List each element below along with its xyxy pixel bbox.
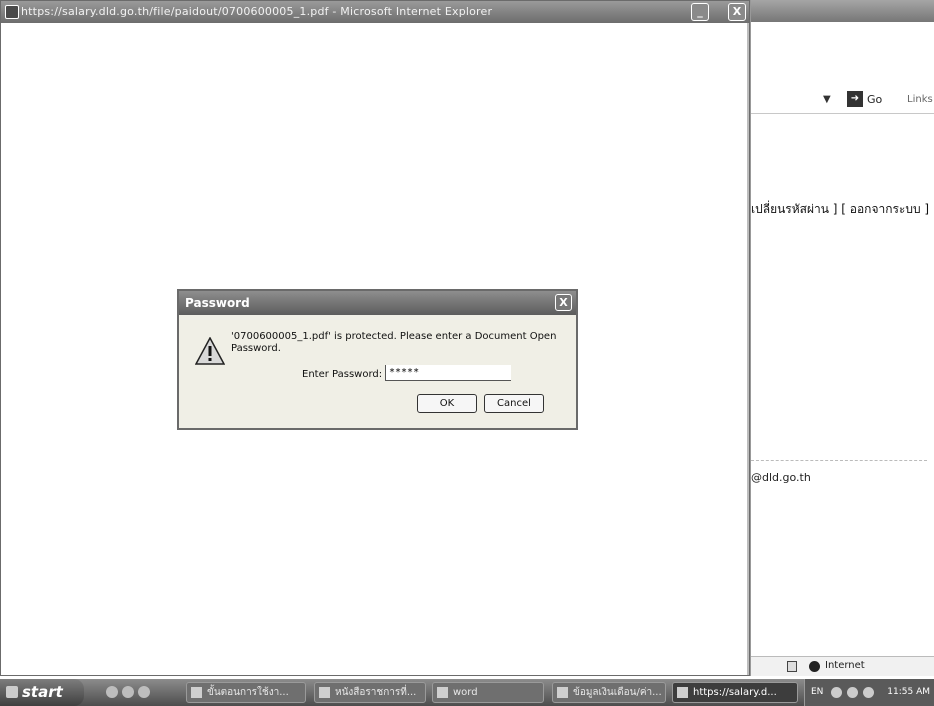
network-icon[interactable] (831, 687, 842, 698)
address-toolbar: ▼ ➜ Go Links (751, 86, 934, 114)
cancel-button[interactable]: Cancel (484, 394, 544, 413)
dialog-close-button[interactable]: X (555, 294, 572, 311)
taskbar-item[interactable]: หนังสือราชการที่... (314, 682, 426, 703)
taskbar-item-label: ขั้นตอนการใช้งา... (207, 687, 289, 698)
go-button[interactable]: Go (867, 93, 882, 106)
volume-icon[interactable] (847, 687, 858, 698)
security-zone-label: Internet (825, 660, 865, 671)
contact-email: @dld.go.th (751, 471, 811, 484)
system-tray: EN 11:55 AM (804, 679, 934, 706)
password-input[interactable] (385, 365, 511, 381)
quicklaunch-browser-icon[interactable] (106, 686, 118, 698)
start-button[interactable]: start (0, 679, 84, 706)
background-browser-window[interactable]: ▼ ➜ Go Links เปลี่ยนรหัสผ่าน ] [ ออกจากร… (750, 0, 934, 676)
taskbar-item[interactable]: word (432, 682, 544, 703)
minimize-button[interactable]: _ (691, 3, 709, 21)
password-label: Enter Password: (302, 369, 383, 380)
warning-icon (195, 337, 225, 365)
taskbar-item-active[interactable]: https://salary.d... (672, 682, 798, 703)
dialog-title: Password (185, 296, 250, 310)
desktop: ▼ ➜ Go Links เปลี่ยนรหัสผ่าน ] [ ออกจากร… (0, 0, 934, 706)
word-document-icon (319, 687, 330, 698)
taskbar: start ขั้นตอนการใช้งา... หนังสือราชการที… (0, 679, 934, 706)
document-icon (5, 5, 19, 19)
go-arrow-icon[interactable]: ➜ (847, 91, 863, 107)
clock[interactable]: 11:55 AM (887, 679, 930, 706)
dialog-message: '0700600005_1.pdf' is protected. Please … (231, 331, 557, 354)
close-button[interactable]: X (728, 3, 746, 21)
ok-button[interactable]: OK (417, 394, 477, 413)
language-indicator[interactable]: EN (811, 679, 823, 706)
links-button[interactable]: Links (907, 94, 933, 105)
taskbar-item-label: ข้อมูลเงินเดือน/ค่า... (573, 687, 662, 698)
word-document-icon (191, 687, 202, 698)
window-title: https://salary.dld.go.th/file/paidout/07… (21, 5, 493, 18)
taskbar-item[interactable]: ขั้นตอนการใช้งา... (186, 682, 306, 703)
status-bar: Internet (751, 656, 934, 676)
windows-logo-icon (6, 686, 18, 698)
taskbar-item-label: word (453, 687, 478, 698)
account-links[interactable]: เปลี่ยนรหัสผ่าน ] [ ออกจากระบบ ] (751, 200, 934, 219)
address-dropdown-icon[interactable]: ▼ (823, 94, 831, 105)
folder-icon (437, 687, 448, 698)
taskbar-item-label: หนังสือราชการที่... (335, 687, 417, 698)
window-titlebar[interactable]: https://salary.dld.go.th/file/paidout/07… (1, 1, 749, 23)
divider (751, 460, 927, 461)
background-window-titlebar[interactable] (751, 0, 934, 22)
taskbar-item[interactable]: ข้อมูลเงินเดือน/ค่า... (552, 682, 666, 703)
lock-icon (787, 661, 797, 672)
quicklaunch-desktop-icon[interactable] (138, 686, 150, 698)
dialog-titlebar[interactable]: Password (179, 291, 576, 315)
browser-page-icon (557, 687, 568, 698)
password-dialog: Password X '0700600005_1.pdf' is protect… (177, 289, 578, 430)
taskbar-item-label: https://salary.d... (693, 687, 777, 698)
pdf-document-icon (677, 687, 688, 698)
start-label: start (22, 683, 63, 701)
quicklaunch-media-icon[interactable] (122, 686, 134, 698)
security-icon[interactable] (863, 687, 874, 698)
window-border (747, 23, 749, 675)
globe-icon (809, 661, 820, 672)
